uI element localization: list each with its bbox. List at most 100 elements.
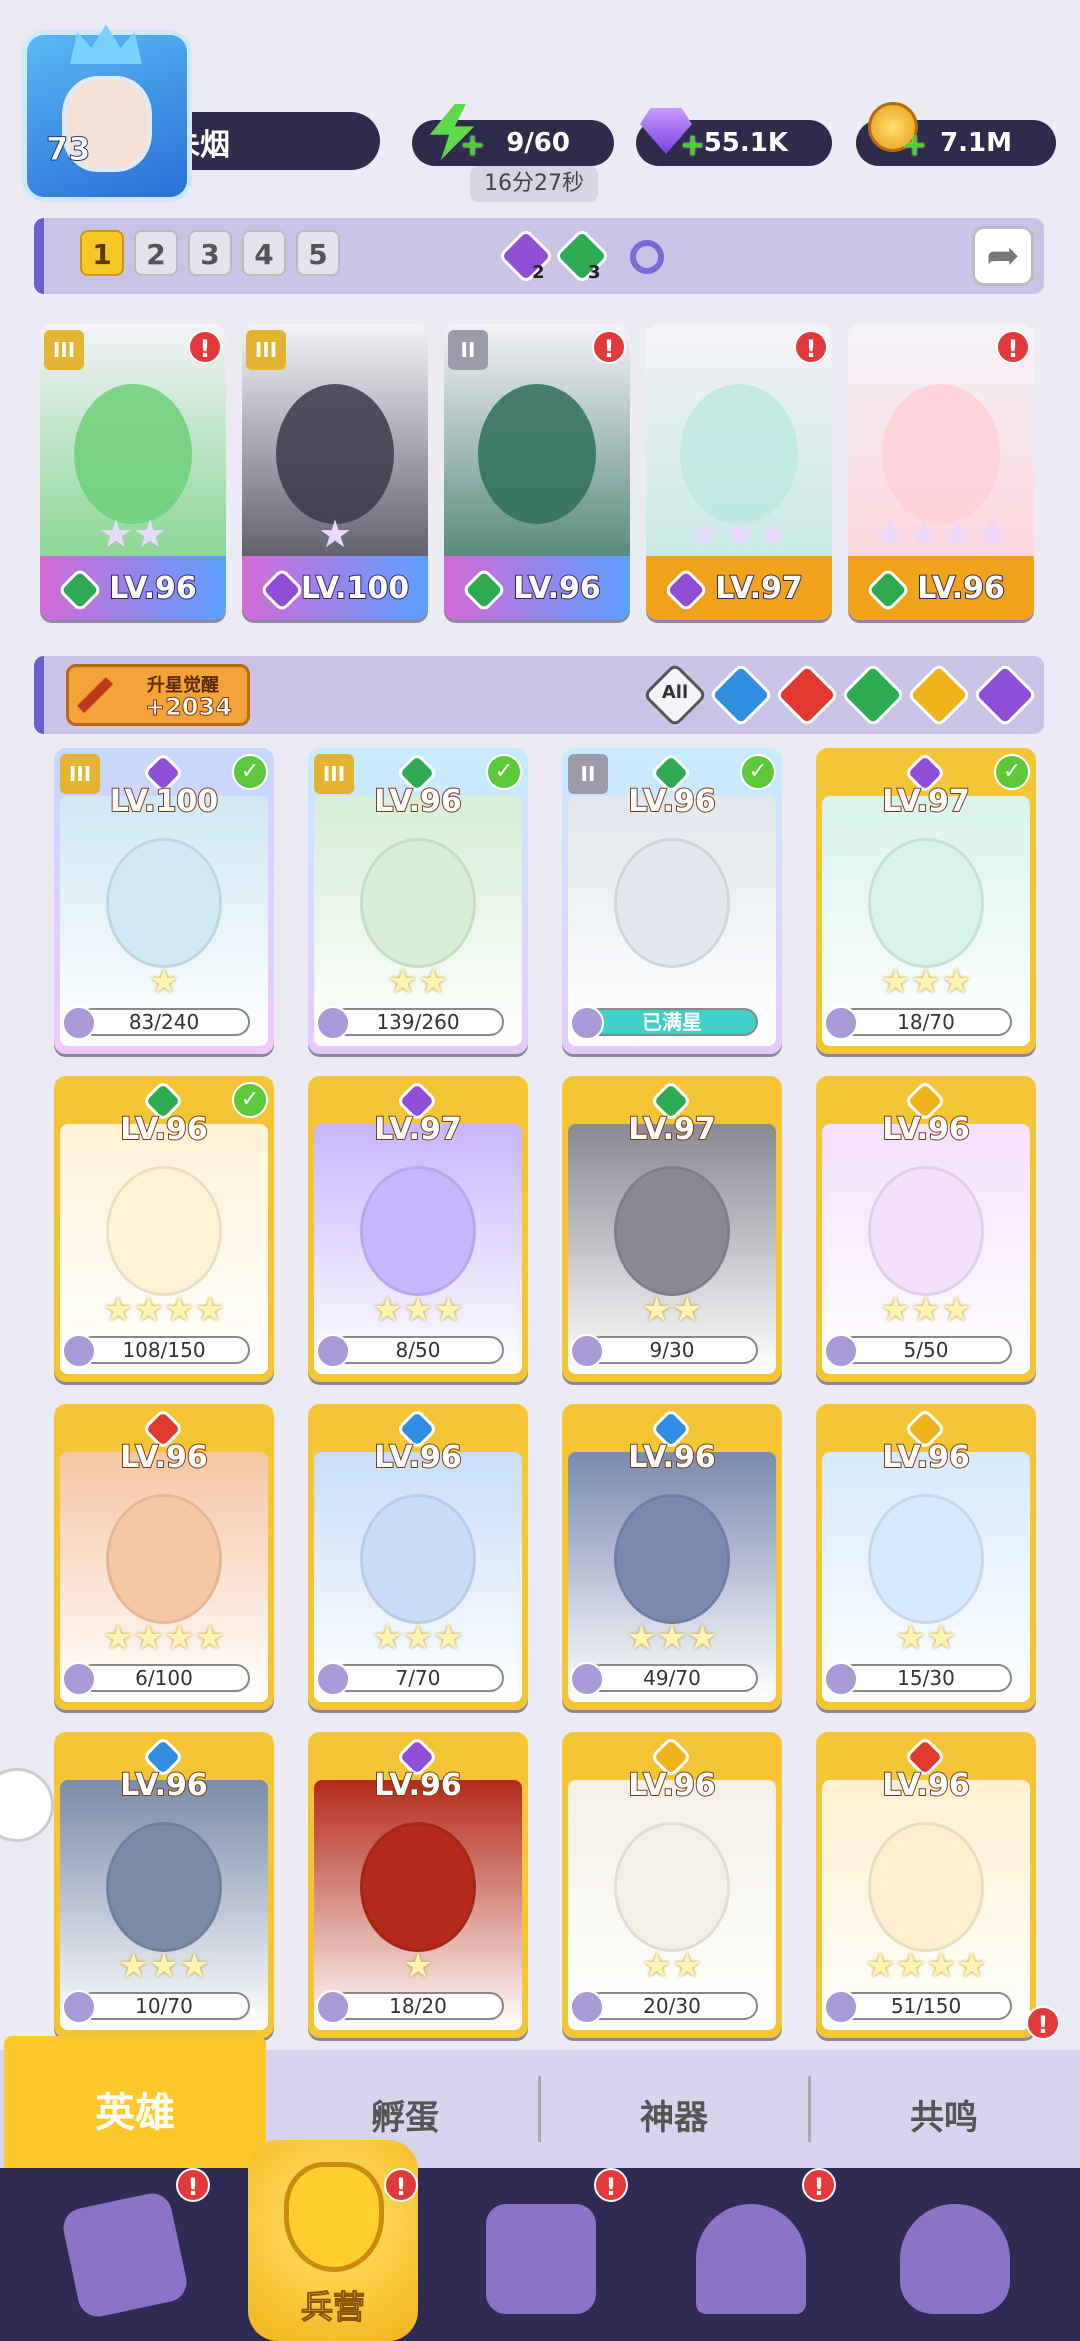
search-icon[interactable]: [630, 240, 664, 274]
coins-plus-icon[interactable]: +: [902, 128, 927, 163]
nav-cards-alert-badge: !: [176, 2168, 210, 2202]
nav-map-icon[interactable]: [486, 2204, 596, 2314]
hero-card[interactable]: LV.96 ★★ 20/30: [562, 1732, 782, 2038]
hero-card[interactable]: LV.96 ★★★★ 108/150 ✓: [54, 1076, 274, 1382]
sub-tab-heroes[interactable]: 英雄: [4, 2036, 266, 2168]
sub-tab-resonance-label: 共鸣: [910, 2098, 978, 2138]
hero-card[interactable]: LV.96 ★★★ 49/70: [562, 1404, 782, 1710]
nav-castle-icon[interactable]: [696, 2204, 806, 2314]
hero-portrait: [868, 1822, 984, 1952]
nav-cards-icon[interactable]: [59, 2189, 191, 2321]
hero-shard-progress: 9/30: [586, 1336, 758, 1364]
hero-level: LV.96: [119, 1111, 208, 1148]
check-icon: ✓: [232, 1082, 268, 1118]
hero-card[interactable]: LV.97 ★★★ 8/50: [308, 1076, 528, 1382]
hero-level: LV.96: [119, 1439, 208, 1476]
slot-alert-badge: !: [188, 330, 222, 364]
hero-level: LV.96: [627, 1767, 716, 1804]
hero-card[interactable]: LV.96 ★ 18/20: [308, 1732, 528, 2038]
shard-icon: [824, 1990, 858, 2024]
hero-card[interactable]: LV.96 ★★★ 10/70: [54, 1732, 274, 2038]
gems-plus-icon[interactable]: +: [680, 128, 705, 163]
shard-icon: [570, 1662, 604, 1696]
hero-portrait: [360, 1166, 476, 1296]
shard-icon: [824, 1334, 858, 1368]
nav-barracks-alert-badge: !: [384, 2168, 418, 2202]
hero-card[interactable]: LV.97 ★★ 9/30: [562, 1076, 782, 1382]
hero-portrait: [106, 1166, 222, 1296]
team-slot[interactable]: ★★ LV.96 III !: [40, 324, 226, 620]
player-header: 朱烟 73 9/60 + 16分27秒 55.1K + 7.1M +: [0, 0, 1080, 210]
hero-shard-progress: 6/100: [78, 1664, 250, 1692]
sub-tab-heroes-label: 英雄: [95, 2090, 175, 2136]
hero-level: LV.97: [881, 783, 970, 820]
nav-mushroom-icon[interactable]: [900, 2204, 1010, 2314]
shard-icon: [316, 1334, 350, 1368]
hero-card[interactable]: LV.96 ★★★ 5/50: [816, 1076, 1036, 1382]
slot-level: LV.100: [300, 570, 410, 607]
hero-stars: ★★: [387, 962, 449, 1002]
energy-plus-icon[interactable]: +: [460, 128, 485, 163]
team-tab-5[interactable]: 5: [296, 230, 340, 276]
check-icon: ✓: [486, 754, 522, 790]
shard-icon: [570, 1006, 604, 1040]
hero-stars: ★: [317, 512, 353, 556]
player-level: 73: [46, 130, 92, 169]
team-tab-2[interactable]: 2: [134, 230, 178, 276]
hero-card[interactable]: LV.96 已满星 ✓ II: [562, 748, 782, 1054]
hero-stars: ★★: [895, 1618, 957, 1658]
hero-portrait: [868, 1166, 984, 1296]
hero-shard-progress: 18/20: [332, 1992, 504, 2020]
floating-helper-icon[interactable]: [0, 1768, 54, 1842]
hero-level: LV.96: [119, 1767, 208, 1804]
slot-level: LV.97: [714, 570, 803, 607]
hero-card[interactable]: LV.96 ★★★★ 6/100: [54, 1404, 274, 1710]
hero-shard-progress: 49/70: [586, 1664, 758, 1692]
shard-icon: [62, 1662, 96, 1696]
resonance-alert-badge: !: [1026, 2006, 1060, 2040]
shard-icon: [316, 1006, 350, 1040]
sub-tab-resonance[interactable]: 共鸣: [812, 2050, 1076, 2168]
team-tab-4[interactable]: 4: [242, 230, 286, 276]
hero-level: LV.96: [627, 1439, 716, 1476]
hero-shard-progress: 5/50: [840, 1336, 1012, 1364]
slot-alert-badge: !: [996, 330, 1030, 364]
slot-level: LV.96: [512, 570, 601, 607]
hero-shard-progress: 139/260: [332, 1008, 504, 1036]
hero-portrait: [106, 838, 222, 968]
hero-level: LV.96: [373, 1439, 462, 1476]
nav-barracks-shield-icon: [284, 2162, 384, 2272]
team-slot[interactable]: ★★★★ LV.96 !: [848, 324, 1034, 620]
awaken-button[interactable]: 升星觉醒 +2034: [66, 664, 250, 726]
hero-card[interactable]: LV.96 ★★ 139/260 ✓ III: [308, 748, 528, 1054]
team-tab-3[interactable]: 3: [188, 230, 232, 276]
team-purple-count: 2: [532, 262, 545, 283]
hero-card[interactable]: LV.96 ★★ 15/30: [816, 1404, 1036, 1710]
hero-portrait: [106, 1822, 222, 1952]
team-slot[interactable]: ★★★ LV.97 !: [646, 324, 832, 620]
slot-level: LV.96: [916, 570, 1005, 607]
rank-badge: II: [568, 754, 608, 794]
hero-portrait: [276, 384, 394, 524]
hero-shard-progress: 83/240: [78, 1008, 250, 1036]
hero-portrait: [614, 1166, 730, 1296]
hero-card[interactable]: LV.96 ★★★★ 51/150: [816, 1732, 1036, 2038]
sub-tab-artifact[interactable]: 神器: [542, 2050, 806, 2168]
team-tab-1[interactable]: 1: [80, 230, 124, 276]
hero-level: LV.96: [881, 1767, 970, 1804]
hero-stars: ★★★: [372, 1290, 464, 1330]
shard-icon: [824, 1006, 858, 1040]
awaken-sword-icon: [77, 677, 113, 713]
share-icon[interactable]: ➦: [972, 226, 1034, 286]
hero-shard-progress: 已满星: [586, 1008, 758, 1036]
shard-icon: [570, 1990, 604, 2024]
hero-card[interactable]: LV.100 ★ 83/240 ✓ III: [54, 748, 274, 1054]
team-slot[interactable]: ★ LV.100 III: [242, 324, 428, 620]
hero-card[interactable]: LV.96 ★★★ 7/70: [308, 1404, 528, 1710]
team-slot[interactable]: LV.96 II !: [444, 324, 630, 620]
hero-stars: ★: [148, 962, 180, 1002]
energy-value: 9/60: [506, 128, 570, 158]
hero-stars: ★★★: [118, 1946, 210, 1986]
hero-level: LV.97: [627, 1111, 716, 1148]
hero-card[interactable]: LV.97 ★★★ 18/70 ✓: [816, 748, 1036, 1054]
